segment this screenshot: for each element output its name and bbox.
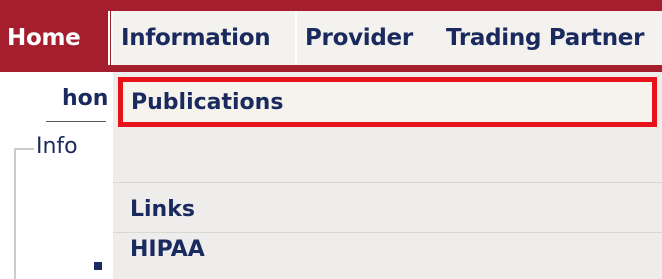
nav-home[interactable]: Home: [0, 11, 110, 65]
nav-information[interactable]: Information: [113, 11, 295, 65]
bullet-icon: [94, 262, 102, 270]
panel-border-top: [14, 148, 36, 150]
menu-separator: [113, 182, 662, 183]
top-nav-bar: Home Information Provider Trading Partne…: [0, 0, 662, 72]
breadcrumb[interactable]: hon: [62, 80, 108, 116]
panel-legend: Info: [34, 134, 80, 159]
panel-border: [14, 148, 16, 279]
information-dropdown-menu: Publications Links HIPAA: [113, 72, 662, 279]
menu-item-publications[interactable]: Publications: [118, 77, 657, 127]
menu-item-hipaa[interactable]: HIPAA: [121, 224, 662, 274]
breadcrumb-underline: [46, 121, 106, 122]
nav-trading-partner[interactable]: Trading Partner: [440, 11, 662, 65]
nav-provider[interactable]: Provider: [297, 11, 440, 65]
